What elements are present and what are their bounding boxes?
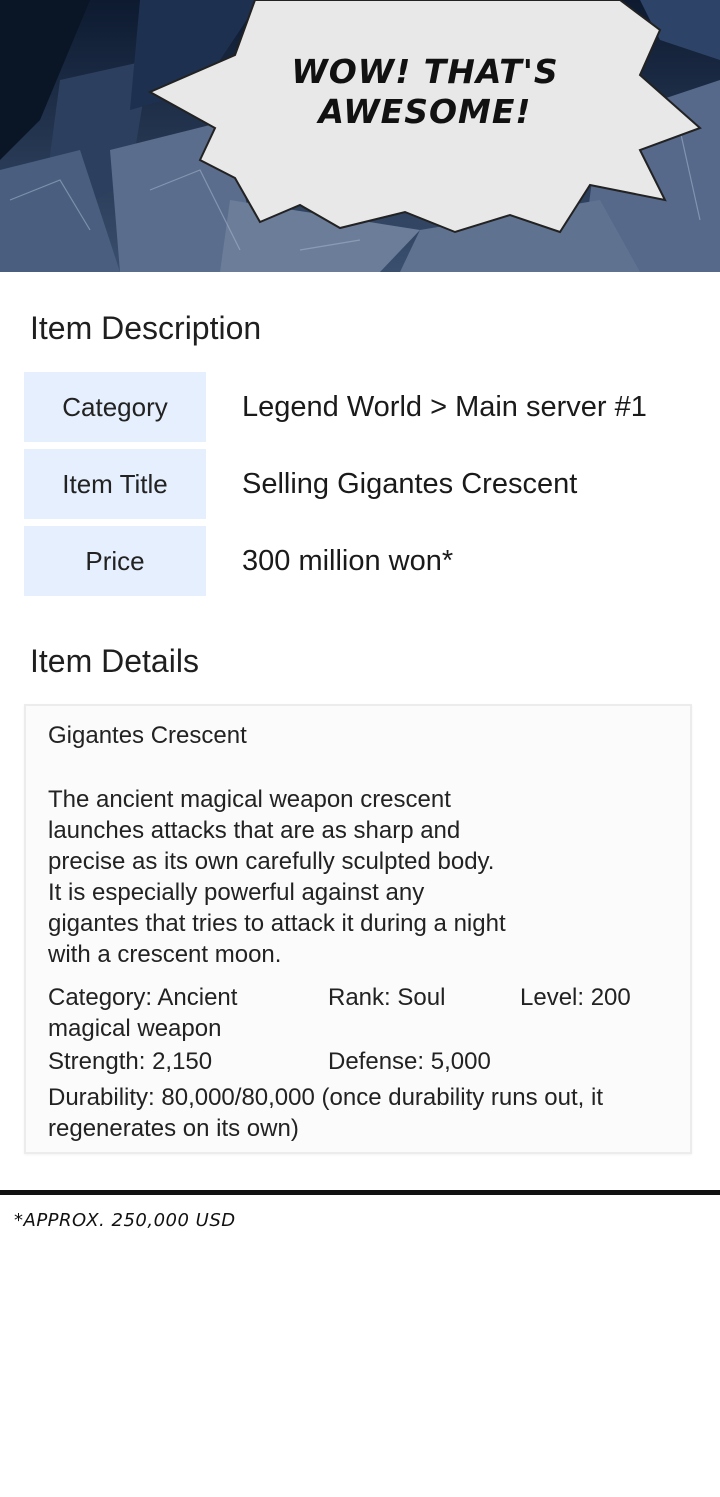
speech-bubble-text: WOW! THAT'S AWESOME! xyxy=(290,52,560,132)
description-line: gigantes that tries to attack it during … xyxy=(48,910,506,937)
price-row: Price 300 million won* xyxy=(24,526,694,596)
item-title-label: Item Title xyxy=(24,449,206,519)
stat-category: Category: Ancient magical weapon xyxy=(48,984,238,1042)
description-line: It is especially powerful against any xyxy=(48,879,425,906)
item-description-heading: Item Description xyxy=(30,310,262,346)
category-label: Category xyxy=(24,372,206,442)
item-details-box: Gigantes Crescent The ancient magical we… xyxy=(24,704,692,1154)
price-value: 300 million won* xyxy=(242,544,454,577)
speech-line-1: WOW! THAT'S xyxy=(291,52,559,91)
item-description-text: The ancient magical weapon crescent laun… xyxy=(48,784,568,970)
panel-divider xyxy=(0,1190,720,1195)
price-label: Price xyxy=(24,526,206,596)
comic-panel: WOW! THAT'S AWESOME! xyxy=(0,0,720,272)
description-line: precise as its own carefully sculpted bo… xyxy=(48,848,495,875)
stat-durability: Durability: 80,000/80,000 (once durabili… xyxy=(48,1084,603,1142)
item-title-value: Selling Gigantes Crescent xyxy=(242,467,578,500)
stat-level: Level: 200 xyxy=(520,984,631,1011)
item-name: Gigantes Crescent xyxy=(48,722,247,749)
description-line: launches attacks that are as sharp and xyxy=(48,817,461,844)
stat-rank: Rank: Soul xyxy=(328,984,446,1011)
category-row: Category Legend World > Main server #1 xyxy=(24,372,694,442)
description-line: The ancient magical weapon crescent xyxy=(48,786,451,813)
description-line: with a crescent moon. xyxy=(48,941,282,968)
item-details-heading: Item Details xyxy=(30,643,199,679)
stat-strength: Strength: 2,150 xyxy=(48,1048,213,1075)
comic-panel-art xyxy=(0,0,720,272)
footnote: *APPROX. 250,000 USD xyxy=(14,1210,236,1231)
speech-line-2: AWESOME! xyxy=(318,92,532,131)
item-title-row: Item Title Selling Gigantes Crescent xyxy=(24,449,694,519)
stat-defense: Defense: 5,000 xyxy=(328,1048,491,1075)
category-value: Legend World > Main server #1 xyxy=(242,390,647,423)
